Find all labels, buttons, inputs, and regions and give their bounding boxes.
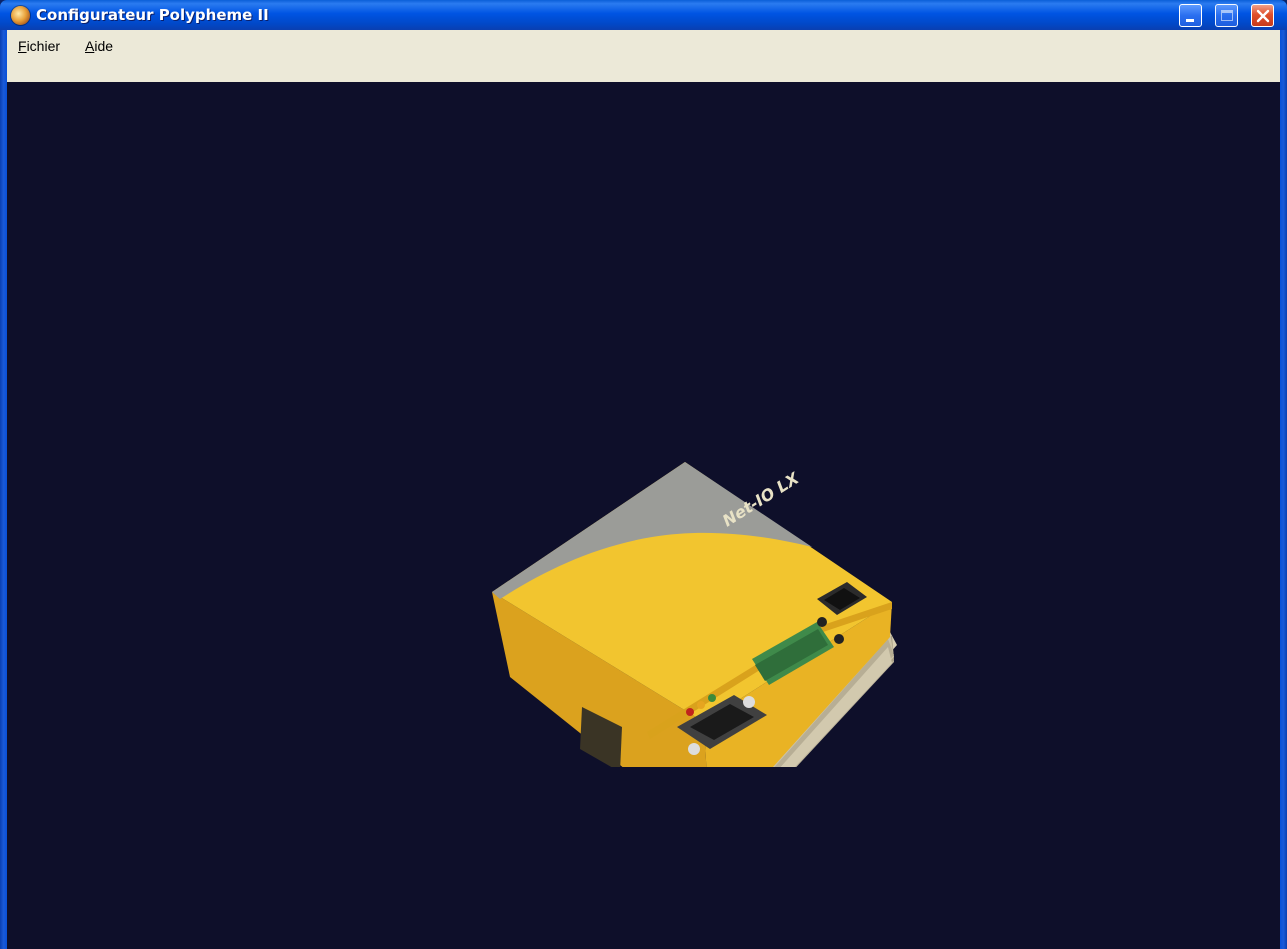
minimize-icon (1186, 19, 1194, 22)
window-frame-left (0, 30, 7, 949)
menu-fichier-accel: F (18, 38, 27, 54)
led-yellow-icon (697, 701, 705, 709)
menu-aide[interactable]: Aide (85, 36, 113, 56)
led-green-icon (708, 694, 716, 702)
menu-fichier[interactable]: Fichier (18, 36, 60, 56)
led-red-icon (686, 708, 694, 716)
menu-bar: Fichier Aide (7, 30, 1280, 82)
menu-fichier-label: ichier (26, 38, 61, 54)
window-title: Configurateur Polypheme II (36, 6, 269, 24)
minimize-button[interactable] (1179, 4, 1202, 27)
title-bar[interactable]: Configurateur Polypheme II (0, 0, 1287, 30)
maximize-icon (1221, 10, 1233, 21)
window-frame-right (1280, 30, 1287, 949)
jack-icon (817, 617, 827, 627)
close-icon (1256, 9, 1270, 23)
maximize-button[interactable] (1215, 4, 1238, 27)
menu-aide-accel: A (85, 38, 95, 54)
application-window: Configurateur Polypheme II Fichier Aide (0, 0, 1287, 949)
close-button[interactable] (1251, 4, 1274, 27)
device-image: Net-IO LX (492, 462, 897, 767)
viewport-3d[interactable]: Net-IO LX (7, 82, 1280, 949)
jack-icon (834, 634, 844, 644)
menu-aide-label: ide (94, 38, 114, 54)
app-icon[interactable] (11, 6, 30, 25)
